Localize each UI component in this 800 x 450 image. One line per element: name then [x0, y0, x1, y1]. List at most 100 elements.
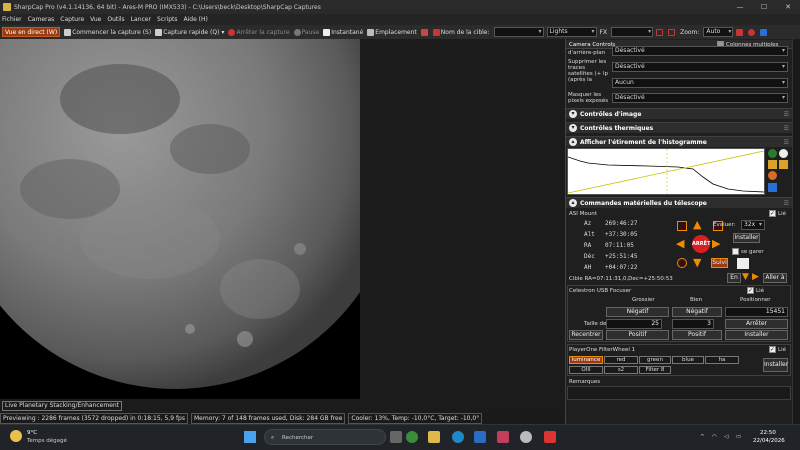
app-icon[interactable] [497, 431, 509, 443]
minimize-button[interactable]: — [728, 0, 752, 14]
south-arrow-button[interactable]: ▼ [693, 257, 701, 268]
arrow-down-icon[interactable]: ▼ [742, 272, 749, 283]
menu-capture[interactable]: Capture [60, 16, 84, 23]
fine-step-field[interactable]: 3 [672, 319, 714, 329]
store-icon[interactable] [474, 431, 486, 443]
menu-vue[interactable]: Vue [90, 16, 101, 23]
menu-lancer[interactable]: Lancer [131, 16, 151, 23]
filter-ha[interactable]: ha [705, 356, 739, 364]
filter-green[interactable]: green [639, 356, 671, 364]
filter-s2[interactable]: s2 [604, 366, 638, 374]
fx-select[interactable] [611, 27, 654, 37]
reset-icon[interactable] [768, 171, 777, 180]
spiral-search-button[interactable] [677, 221, 687, 231]
filter-blue[interactable]: blue [672, 356, 704, 364]
fine-positive-button[interactable]: Positif [672, 330, 722, 340]
app-green-icon[interactable] [406, 431, 418, 443]
panel-scrollbar[interactable] [792, 39, 800, 424]
save-icon[interactable] [768, 183, 777, 192]
contrast-icon[interactable] [779, 149, 788, 158]
mask-pixels-select[interactable]: Désactivé [612, 93, 788, 103]
live-stacking-button[interactable]: Live Planetary Stacking/Enhancement [2, 401, 123, 411]
north-arrow-button[interactable]: ▲ [693, 219, 701, 230]
tools-button[interactable] [760, 28, 768, 36]
menu-icon[interactable]: ☰ [784, 111, 789, 118]
menu-icon[interactable]: ☰ [784, 125, 789, 132]
color-button[interactable] [748, 28, 756, 36]
coarse-step-field[interactable]: 25 [606, 319, 662, 329]
filter-install-button[interactable]: Installer [763, 358, 788, 372]
zoom-select[interactable]: Auto [703, 27, 734, 37]
search-box[interactable]: ⌕ Rechercher [264, 429, 386, 445]
enter-button[interactable]: En [727, 273, 741, 283]
app-red-icon[interactable] [544, 431, 556, 443]
battery-icon[interactable]: ▭ [736, 434, 741, 440]
windows-start-icon[interactable] [244, 431, 256, 443]
target-settings-button[interactable] [420, 28, 429, 36]
snapshot-button[interactable]: Instantané [323, 28, 363, 36]
frame-type-select[interactable]: Lights [546, 27, 597, 37]
coarse-positive-button[interactable]: Positif [606, 330, 669, 340]
filter-8[interactable]: Filter 8 [639, 366, 671, 374]
lightning-icon[interactable] [768, 160, 777, 169]
quick-capture-button[interactable]: Capture rapide (Q) ▾ [155, 28, 224, 36]
background-select[interactable]: Désactivé [612, 46, 788, 56]
coarse-negative-button[interactable]: Négatif [606, 307, 669, 317]
weather-icon[interactable] [10, 430, 22, 442]
live-view-button[interactable]: Vue en direct (W) [2, 27, 61, 37]
star-icon[interactable] [737, 258, 749, 269]
focuser-position-field[interactable]: 15451 [725, 307, 788, 317]
tray-chevron-icon[interactable]: ^ [700, 434, 705, 440]
satellite-select[interactable]: Désactivé [612, 62, 788, 72]
processing-select[interactable]: Aucun [612, 78, 788, 88]
menu-outils[interactable]: Outils [107, 16, 124, 23]
menu-aide[interactable]: Aide (H) [184, 16, 208, 23]
east-arrow-button[interactable]: ▶ [712, 238, 720, 249]
filter-linked-checkbox[interactable]: ✓ [769, 346, 776, 353]
filter-luminance[interactable]: luminance [569, 356, 603, 364]
wifi-icon[interactable]: ◠ [712, 434, 717, 440]
target-name-input[interactable] [493, 27, 544, 37]
menu-scripts[interactable]: Scripts [157, 16, 178, 23]
menu-icon[interactable]: ☰ [784, 200, 789, 207]
pause-button[interactable]: Pause [293, 28, 319, 36]
image-controls-section[interactable]: ▾ Contrôles d'image ☰ [566, 108, 792, 119]
maximize-button[interactable]: ☐ [752, 0, 776, 14]
menu-fichier[interactable]: Fichier [2, 16, 22, 23]
mount-linked-checkbox[interactable]: ✓ [769, 210, 776, 217]
filter-red[interactable]: red [604, 356, 638, 364]
close-button[interactable]: ✕ [776, 0, 800, 14]
target-crosshair-button[interactable] [677, 258, 687, 268]
volume-icon[interactable]: ◁ [724, 434, 728, 440]
histogram-button[interactable] [736, 28, 744, 36]
gear-icon[interactable] [779, 160, 788, 169]
goto-button[interactable]: Aller à [763, 273, 787, 283]
tracking-button[interactable]: Suivi [711, 258, 728, 268]
fine-negative-button[interactable]: Négatif [672, 307, 722, 317]
menu-icon[interactable]: ☰ [784, 139, 789, 146]
file-explorer-icon[interactable] [428, 431, 440, 443]
image-viewer[interactable] [0, 39, 565, 399]
edge-icon[interactable] [452, 431, 464, 443]
west-arrow-button[interactable]: ◀ [676, 238, 684, 249]
start-capture-button[interactable]: Commencer la capture (S) [64, 28, 151, 36]
park-checkbox[interactable] [732, 248, 739, 255]
recenter-button[interactable]: Recentrer [569, 330, 603, 340]
filter-oiii[interactable]: OIII [569, 366, 603, 374]
telescope-section[interactable]: ▴ Commandes matérielles du télescope ☰ [566, 197, 792, 208]
menu-cameras[interactable]: Cameras [28, 16, 55, 23]
histogram-section[interactable]: ▴ Afficher l'étirement de l'histogramme ☰ [566, 136, 792, 147]
remarks-field[interactable] [567, 386, 791, 400]
task-view-icon[interactable] [390, 431, 402, 443]
thermal-controls-section[interactable]: ▾ Contrôles thermiques ☰ [566, 122, 792, 133]
stop-capture-button[interactable]: Arrêter la capture [228, 28, 290, 36]
sharpcap-taskbar-icon[interactable] [520, 431, 532, 443]
histogram-auto-icon[interactable] [768, 149, 777, 158]
arrow-right-icon[interactable]: ▶ [752, 272, 759, 283]
rate-select[interactable]: 32x [741, 220, 765, 230]
stop-mount-button[interactable]: ARRÊT [692, 235, 710, 253]
placement-button[interactable]: Emplacement [367, 28, 417, 36]
red-toggle-button[interactable] [656, 28, 664, 36]
overlay-button[interactable] [668, 28, 676, 36]
focuser-linked-checkbox[interactable]: ✓ [747, 287, 754, 294]
